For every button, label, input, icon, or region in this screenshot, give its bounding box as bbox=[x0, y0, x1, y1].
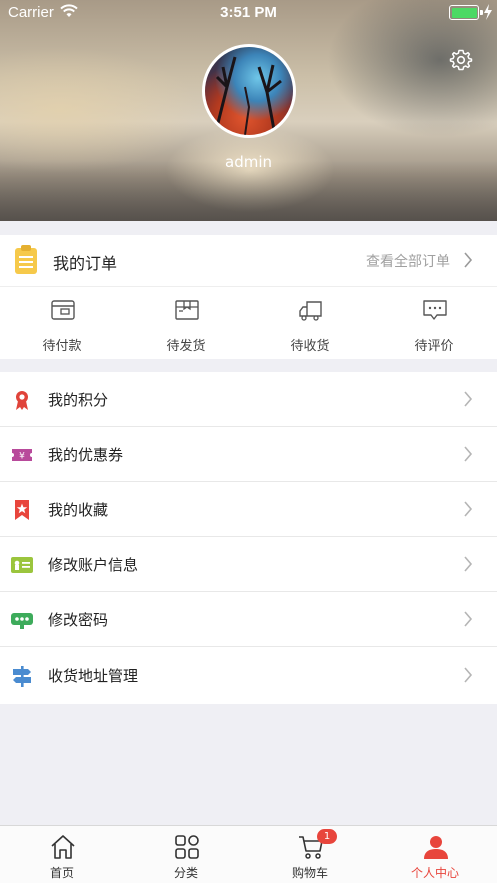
tab-home[interactable]: 首页 bbox=[0, 826, 124, 883]
password-icon bbox=[11, 613, 33, 629]
tab-label: 购物车 bbox=[291, 866, 328, 880]
chat-bubble-icon bbox=[423, 300, 447, 320]
svg-text:¥: ¥ bbox=[19, 452, 25, 462]
order-status-pending-receipt[interactable]: 待收货 bbox=[248, 287, 372, 359]
tab-label: 分类 bbox=[173, 866, 198, 880]
chevron-right-icon bbox=[464, 556, 473, 572]
menu-item-points[interactable]: 我的积分 bbox=[0, 372, 497, 427]
clipboard-icon bbox=[15, 245, 37, 274]
wallet-icon bbox=[51, 300, 75, 320]
menu-item-label: 收货地址管理 bbox=[48, 667, 139, 685]
order-status-label: 待发货 bbox=[166, 339, 206, 354]
divider bbox=[0, 646, 497, 647]
menu-item-label: 我的收藏 bbox=[48, 501, 109, 519]
menu-item-account-info[interactable]: 修改账户信息 bbox=[0, 537, 497, 592]
id-card-icon bbox=[11, 557, 33, 573]
avatar-photo bbox=[213, 56, 282, 135]
grid-icon bbox=[175, 835, 199, 859]
status-bar: Carrier 3:51 PM bbox=[0, 0, 497, 26]
cart-badge: 1 bbox=[317, 829, 337, 844]
award-ribbon-icon bbox=[16, 391, 28, 410]
chevron-right-icon bbox=[464, 391, 473, 407]
tab-label: 首页 bbox=[49, 866, 74, 880]
bookmark-star-icon bbox=[15, 500, 29, 520]
order-status-pending-shipment[interactable]: 待发货 bbox=[124, 287, 248, 359]
chevron-right-icon bbox=[464, 446, 473, 462]
coupon-ticket-icon: ¥ bbox=[12, 449, 32, 462]
menu-item-address[interactable]: 收货地址管理 bbox=[0, 648, 497, 703]
chevron-right-icon bbox=[464, 252, 473, 268]
menu-item-label: 修改账户信息 bbox=[48, 556, 139, 574]
order-status-label: 待评价 bbox=[414, 339, 454, 354]
menu-item-change-password[interactable]: 修改密码 bbox=[0, 592, 497, 647]
tab-bar: 首页 分类 购物车 1 个人中心 bbox=[0, 825, 497, 883]
gear-icon[interactable] bbox=[449, 48, 473, 72]
charging-icon bbox=[484, 4, 492, 20]
order-status-label: 待收货 bbox=[290, 339, 330, 354]
chevron-right-icon bbox=[464, 611, 473, 627]
chevron-right-icon bbox=[464, 667, 473, 683]
home-icon bbox=[51, 835, 75, 859]
tab-categories[interactable]: 分类 bbox=[124, 826, 248, 883]
menu-item-label: 修改密码 bbox=[48, 611, 109, 629]
tab-label: 个人中心 bbox=[410, 866, 459, 880]
signpost-icon bbox=[13, 666, 31, 687]
battery-icon bbox=[449, 5, 479, 20]
username: admin bbox=[225, 153, 272, 171]
tab-cart[interactable]: 购物车 bbox=[248, 826, 372, 883]
order-status-pending-payment[interactable]: 待付款 bbox=[0, 287, 124, 359]
menu-item-label: 我的优惠券 bbox=[48, 446, 124, 464]
person-icon bbox=[424, 836, 448, 859]
menu-item-coupons[interactable]: ¥ 我的优惠券 bbox=[0, 427, 497, 482]
chevron-right-icon bbox=[464, 501, 473, 517]
truck-icon bbox=[299, 301, 322, 321]
orders-title: 我的订单 bbox=[53, 254, 118, 273]
menu-item-favorites[interactable]: 我的收藏 bbox=[0, 482, 497, 537]
orders-card: 我的订单 查看全部订单 待付款 待发货 待收货 待评价 bbox=[0, 235, 497, 359]
orders-header[interactable]: 我的订单 查看全部订单 bbox=[0, 235, 497, 287]
tab-profile[interactable]: 个人中心 bbox=[373, 826, 497, 883]
package-icon bbox=[175, 300, 199, 320]
clock: 3:51 PM bbox=[220, 4, 277, 21]
order-status-pending-review[interactable]: 待评价 bbox=[372, 287, 496, 359]
avatar[interactable] bbox=[202, 44, 296, 138]
order-status-label: 待付款 bbox=[42, 339, 82, 354]
account-menu: 我的积分 ¥ 我的优惠券 我的收藏 修改账户信息 修改密码 收货地址管理 bbox=[0, 372, 497, 704]
view-all-orders-link[interactable]: 查看全部订单 bbox=[366, 251, 450, 271]
menu-item-label: 我的积分 bbox=[48, 391, 109, 409]
